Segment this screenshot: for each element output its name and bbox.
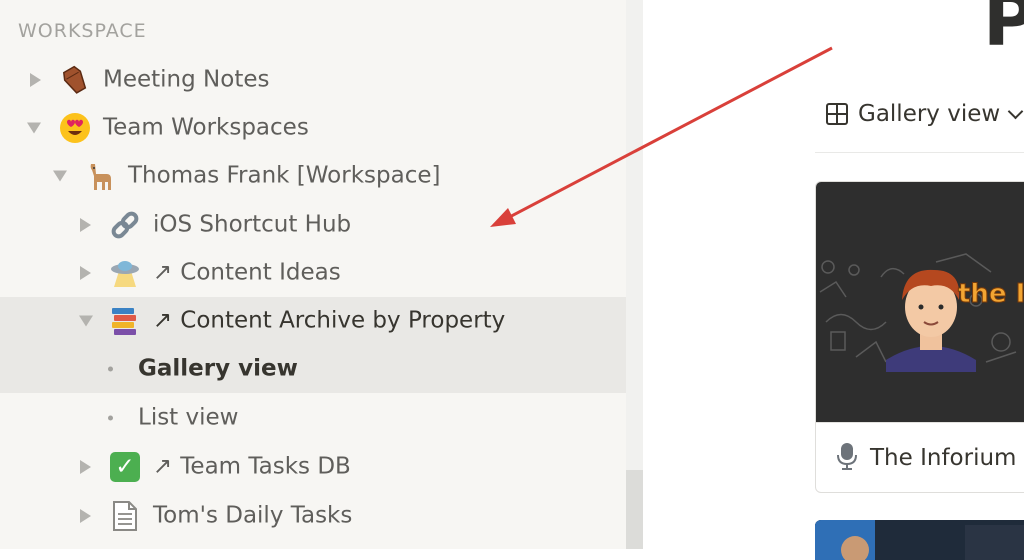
sidebar-item-label: Meeting Notes: [103, 66, 270, 93]
expand-toggle-icon[interactable]: [80, 218, 91, 232]
sidebar-item-label: Tom's Daily Tasks: [153, 502, 353, 529]
sidebar-item-label: ↗ Content Archive by Property: [153, 307, 505, 333]
collapse-toggle-icon[interactable]: [53, 170, 67, 182]
checkmark-glyph: ✓: [110, 452, 140, 482]
sidebar-item-content-ideas[interactable]: ↗ Content Ideas: [0, 249, 626, 297]
collapse-toggle-icon[interactable]: [27, 122, 41, 134]
link-icon: [108, 208, 142, 242]
sidebar-item-text: Team Tasks DB: [180, 453, 351, 480]
sidebar-scrollbar-thumb[interactable]: [626, 470, 643, 549]
sidebar-item-label: Gallery view: [138, 355, 298, 382]
collapse-toggle-icon[interactable]: [79, 315, 93, 327]
sidebar-item-label: ↗ Team Tasks DB: [153, 453, 351, 479]
heart-eyes-emoji-icon: [58, 111, 92, 145]
link-arrow-icon: ↗: [153, 453, 173, 480]
sidebar-item-content-archive-by-property[interactable]: ↗ Content Archive by Property: [0, 297, 626, 345]
sidebar-item-text: Content Ideas: [180, 259, 341, 286]
card-cover-image: the INFO: [816, 182, 1024, 422]
bullet-icon: [108, 415, 113, 421]
link-arrow-icon: ↗: [153, 307, 173, 334]
divider: [815, 152, 1024, 153]
bullet-icon: [108, 366, 113, 372]
books-icon: [108, 304, 142, 338]
sidebar-item-label: iOS Shortcut Hub: [153, 211, 352, 238]
view-switcher-label: Gallery view: [858, 101, 1001, 127]
sidebar-item-meeting-notes[interactable]: Meeting Notes: [0, 56, 626, 104]
sidebar-section-title: WORKSPACE: [18, 20, 147, 42]
card-title: The Inforium: [870, 445, 1017, 471]
sidebar-item-team-workspaces[interactable]: Team Workspaces: [0, 104, 626, 152]
expand-toggle-icon[interactable]: [80, 266, 91, 280]
link-arrow-icon: ↗: [153, 259, 173, 286]
sidebar-item-ios-shortcut-hub[interactable]: iOS Shortcut Hub: [0, 201, 626, 249]
sidebar-item-label: Team Workspaces: [103, 114, 309, 141]
gallery-card[interactable]: the INFO The Inforium: [815, 181, 1024, 493]
sidebar-item-gallery-view[interactable]: Gallery view: [0, 345, 626, 393]
view-switcher-button[interactable]: Gallery view: [826, 96, 1024, 132]
sidebar-item-team-tasks-db[interactable]: ✓ ↗ Team Tasks DB: [0, 443, 626, 491]
card-footer: The Inforium: [816, 422, 1024, 492]
coffin-icon: [58, 63, 92, 97]
sidebar-item-label: ↗ Content Ideas: [153, 259, 341, 285]
sidebar-item-label: List view: [138, 404, 239, 431]
sidebar-scrollbar-track[interactable]: [626, 0, 643, 549]
gallery-card[interactable]: [815, 520, 1024, 560]
expand-toggle-icon[interactable]: [30, 73, 41, 87]
chevron-down-icon: [1007, 103, 1024, 119]
svg-text:the INFO: the INFO: [958, 279, 1024, 309]
sidebar-item-text: Content Archive by Property: [180, 307, 506, 334]
sidebar-item-thomas-frank-workspace[interactable]: Thomas Frank [Workspace]: [0, 152, 626, 200]
llama-icon: [83, 159, 117, 193]
expand-toggle-icon[interactable]: [80, 509, 91, 523]
page-icon: [108, 499, 142, 533]
checkmark-icon: ✓: [108, 450, 142, 484]
main-content: P Gallery view the The Inforium: [643, 0, 1024, 560]
page-title: P: [983, 0, 1024, 62]
microphone-icon: [836, 441, 858, 475]
expand-toggle-icon[interactable]: [80, 460, 91, 474]
sidebar-item-label: Thomas Frank [Workspace]: [128, 162, 441, 189]
sidebar-item-list-view[interactable]: List view: [0, 394, 626, 442]
card-cover-image: [815, 520, 1024, 560]
grid-icon: [826, 103, 848, 125]
ufo-icon: [108, 256, 142, 290]
sidebar: WORKSPACE Meeting Notes Team Workspaces: [0, 0, 626, 549]
sidebar-item-toms-daily-tasks[interactable]: Tom's Daily Tasks: [0, 492, 626, 540]
